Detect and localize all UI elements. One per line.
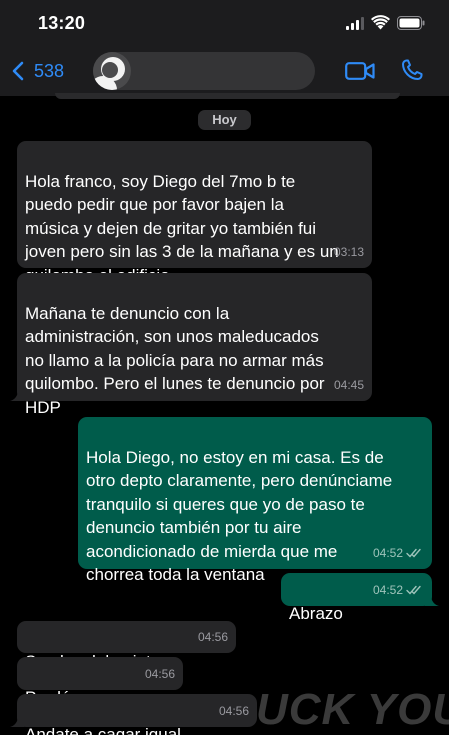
message-timestamp: 04:45 <box>333 377 364 392</box>
message-timestamp: 03:13 <box>333 244 364 259</box>
previous-message-edge <box>55 93 400 99</box>
message-text: Andate a cagar igual <box>25 724 181 735</box>
message-bubble-incoming[interactable]: Mañana te denuncio con la administración… <box>10 273 372 417</box>
bubble-tail <box>10 389 24 401</box>
contact-name-redacted[interactable] <box>93 52 315 90</box>
message-bubble-incoming[interactable]: Hola franco, soy Diego del 7mo b te pued… <box>17 141 372 285</box>
double-check-icon <box>406 549 421 558</box>
message-time: 04:56 <box>145 663 175 687</box>
message-time: 04:56 <box>198 626 228 650</box>
chevron-left-icon <box>12 61 24 81</box>
video-call-icon[interactable] <box>345 61 375 81</box>
message-bubble-outgoing[interactable]: Hola Diego, no estoy en mi casa. Es de o… <box>78 417 432 584</box>
message-bubble-incoming[interactable]: Son los del quinto 04:56 <box>17 621 236 671</box>
status-bar: 13:20 <box>0 0 449 46</box>
bubble-tail <box>425 594 439 606</box>
message-bubble-incoming[interactable]: Andate a cagar igual 04:56 <box>10 694 257 735</box>
unread-count: 538 <box>34 60 65 81</box>
message-timestamp: 04:56 <box>197 629 228 644</box>
date-separator: Hoy <box>198 110 251 130</box>
message-time: 04:52 <box>373 579 424 603</box>
person-icon <box>93 57 125 90</box>
message-timestamp: 04:56 <box>144 666 175 681</box>
message-timestamp: 04:56 <box>218 703 249 718</box>
message-time: 03:13 <box>334 241 364 265</box>
bubble-tail <box>10 715 24 727</box>
message-time: 04:45 <box>334 374 364 398</box>
message-timestamp: 04:52 <box>372 582 403 597</box>
message-time: 04:56 <box>219 700 249 724</box>
message-bubble-incoming[interactable]: Perdóname 04:56 <box>17 657 183 707</box>
message-text: Hola Diego, no estoy en mi casa. Es de o… <box>86 447 393 585</box>
message-text: Hola franco, soy Diego del 7mo b te pued… <box>25 171 339 285</box>
message-timestamp: 04:52 <box>372 545 403 560</box>
message-text: Mañana te denuncio con la administración… <box>25 303 325 417</box>
phone-icon[interactable] <box>400 58 424 82</box>
avatar <box>93 52 131 90</box>
back-button[interactable]: 538 <box>12 58 64 84</box>
battery-icon <box>397 16 425 30</box>
sticker-watermark-text: UCK YOU <box>256 685 449 734</box>
cellular-signal-icon <box>346 17 364 30</box>
chat-header: 538 <box>0 46 449 96</box>
message-text: Abrazo <box>289 603 343 623</box>
message-time: 04:52 <box>373 542 424 566</box>
message-bubble-outgoing[interactable]: Abrazo 04:52 <box>281 573 439 623</box>
status-time: 13:20 <box>38 13 86 33</box>
wifi-icon <box>371 15 390 30</box>
double-check-icon <box>406 586 421 595</box>
